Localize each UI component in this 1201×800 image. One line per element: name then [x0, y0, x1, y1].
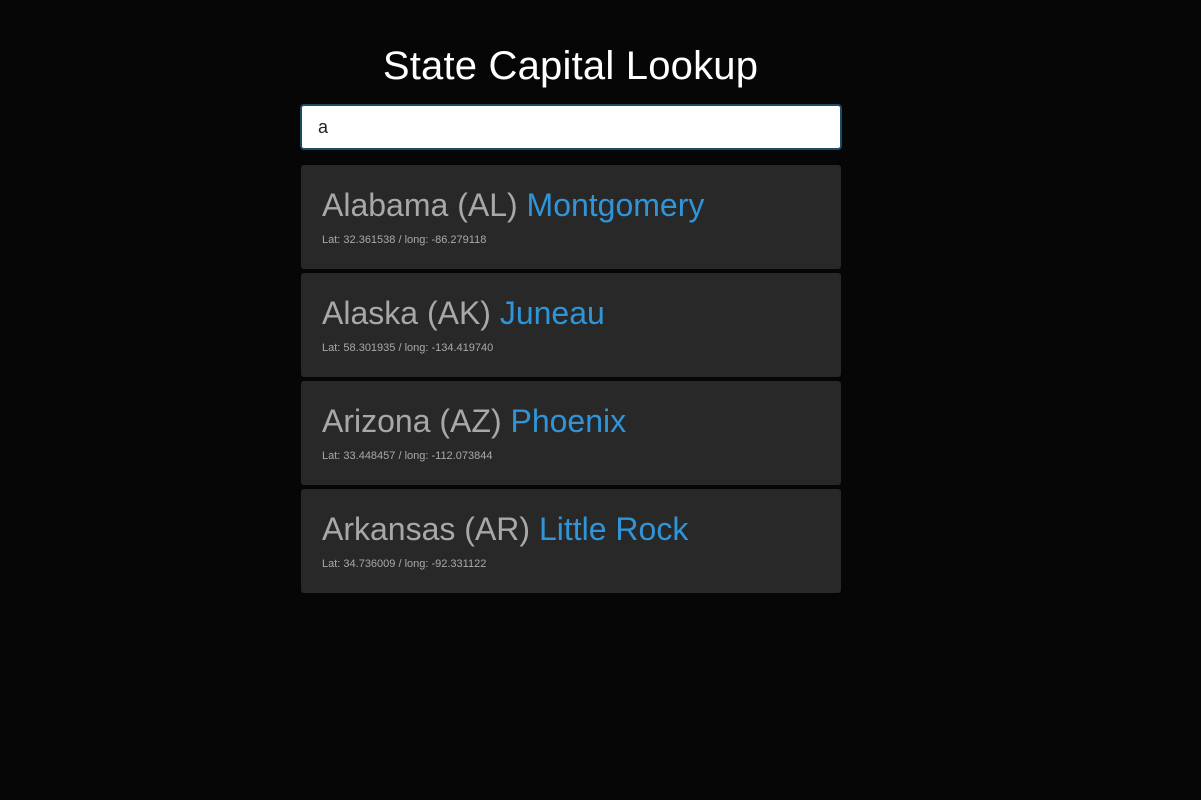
result-card-alaska[interactable]: Alaska (AK) Juneau Lat: 58.301935 / long… — [301, 273, 841, 377]
result-heading: Arkansas (AR) Little Rock — [322, 509, 820, 549]
search-input[interactable] — [302, 106, 840, 148]
state-name: Arkansas (AR) — [322, 511, 531, 547]
state-name: Arizona (AZ) — [322, 403, 502, 439]
result-heading: Alaska (AK) Juneau — [322, 293, 820, 333]
capital-name: Little Rock — [538, 511, 689, 547]
result-card-alabama[interactable]: Alabama (AL) Montgomery Lat: 32.361538 /… — [301, 165, 841, 269]
result-heading: Alabama (AL) Montgomery — [322, 185, 820, 225]
coordinates-text: Lat: 32.361538 / long: -86.279118 — [322, 234, 487, 246]
result-heading: Arizona (AZ) Phoenix — [322, 401, 820, 441]
result-card-arkansas[interactable]: Arkansas (AR) Little Rock Lat: 34.736009… — [301, 489, 841, 593]
capital-name: Phoenix — [510, 403, 627, 439]
capital-name: Montgomery — [526, 187, 705, 223]
state-name: Alabama (AL) — [322, 187, 518, 223]
coordinates-text: Lat: 58.301935 / long: -134.419740 — [322, 342, 494, 354]
result-card-arizona[interactable]: Arizona (AZ) Phoenix Lat: 33.448457 / lo… — [301, 381, 841, 485]
capital-name: Juneau — [499, 295, 605, 331]
search-box[interactable] — [300, 104, 842, 150]
coordinates-text: Lat: 34.736009 / long: -92.331122 — [322, 558, 487, 570]
coordinates-text: Lat: 33.448457 / long: -112.073844 — [322, 450, 493, 462]
state-name: Alaska (AK) — [322, 295, 491, 331]
page-title: State Capital Lookup — [382, 44, 759, 88]
results-list: Alabama (AL) Montgomery Lat: 32.361538 /… — [301, 165, 841, 597]
page: State Capital Lookup Alabama (AL) Montgo… — [0, 0, 1201, 800]
